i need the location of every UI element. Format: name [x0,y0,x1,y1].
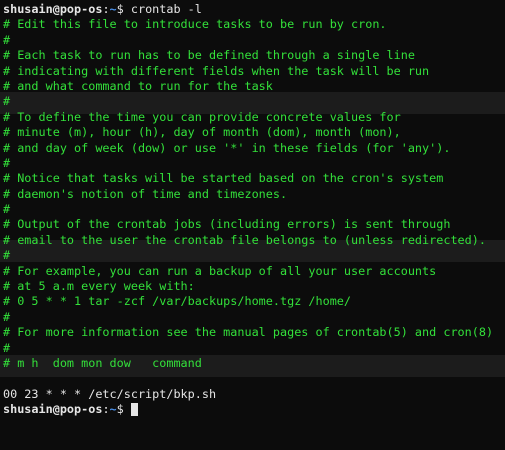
comment-line: # [3,309,11,324]
comment-line: # at 5 a.m every week with: [3,279,195,294]
comment-line: # Each task to run has to be defined thr… [3,48,415,63]
prompt-line: shusain@pop-os:~$ crontab -l [3,2,505,17]
comment-line: # For more information see the manual pa… [3,325,494,340]
comment-line: # Output of the crontab jobs (including … [3,217,451,232]
comment-line: # email to the user the crontab file bel… [3,232,486,247]
command-text: crontab -l [123,2,202,16]
prompt-line[interactable]: shusain@pop-os:~$ [3,402,505,417]
comment-line: # 0 5 * * 1 tar -zcf /var/backups/home.t… [3,294,352,309]
prompt-symbol: $ [116,2,124,16]
cron-entry: 00 23 * * * /etc/script/bkp.sh [3,386,217,401]
comment-line: # minute (m), hour (h), day of month (do… [3,125,401,140]
comment-line: # [3,32,11,47]
prompt-separator: : [102,402,110,417]
prompt-path: ~ [109,402,117,417]
comment-line: # Edit this file to introduce tasks to b… [3,17,387,32]
comment-line: # Notice that tasks will be started base… [3,171,444,186]
prompt-user-host: shusain@pop-os [3,402,103,417]
comment-line: # For example, you can run a backup of a… [3,263,437,278]
comment-line: # To define the time you can provide con… [3,109,401,124]
comment-line: # and day of week (dow) or use '*' in th… [3,140,451,155]
prompt-path: ~ [109,2,117,16]
comment-line: # indicating with different fields when … [3,63,430,78]
terminal-window[interactable]: shusain@pop-os:~$ crontab -l # Edit this… [0,0,505,450]
comment-line: # [3,155,11,170]
comment-line: # [3,202,11,217]
prompt-user-host: shusain@pop-os [3,2,103,16]
comment-line: # m h dom mon dow command [3,355,202,370]
prompt-symbol: $ [116,402,124,417]
comment-line: # daemon's notion of time and timezones. [3,186,288,201]
terminal-output: shusain@pop-os:~$ crontab -l # Edit this… [3,2,505,418]
prompt-separator: : [102,2,110,16]
comment-line: # and what command to run for the task [3,78,273,93]
comment-block: # Edit this file to introduce tasks to b… [3,17,505,371]
comment-line: # [3,94,11,109]
comment-line: # [3,248,11,263]
comment-line: # [3,340,11,355]
cursor [130,403,138,417]
